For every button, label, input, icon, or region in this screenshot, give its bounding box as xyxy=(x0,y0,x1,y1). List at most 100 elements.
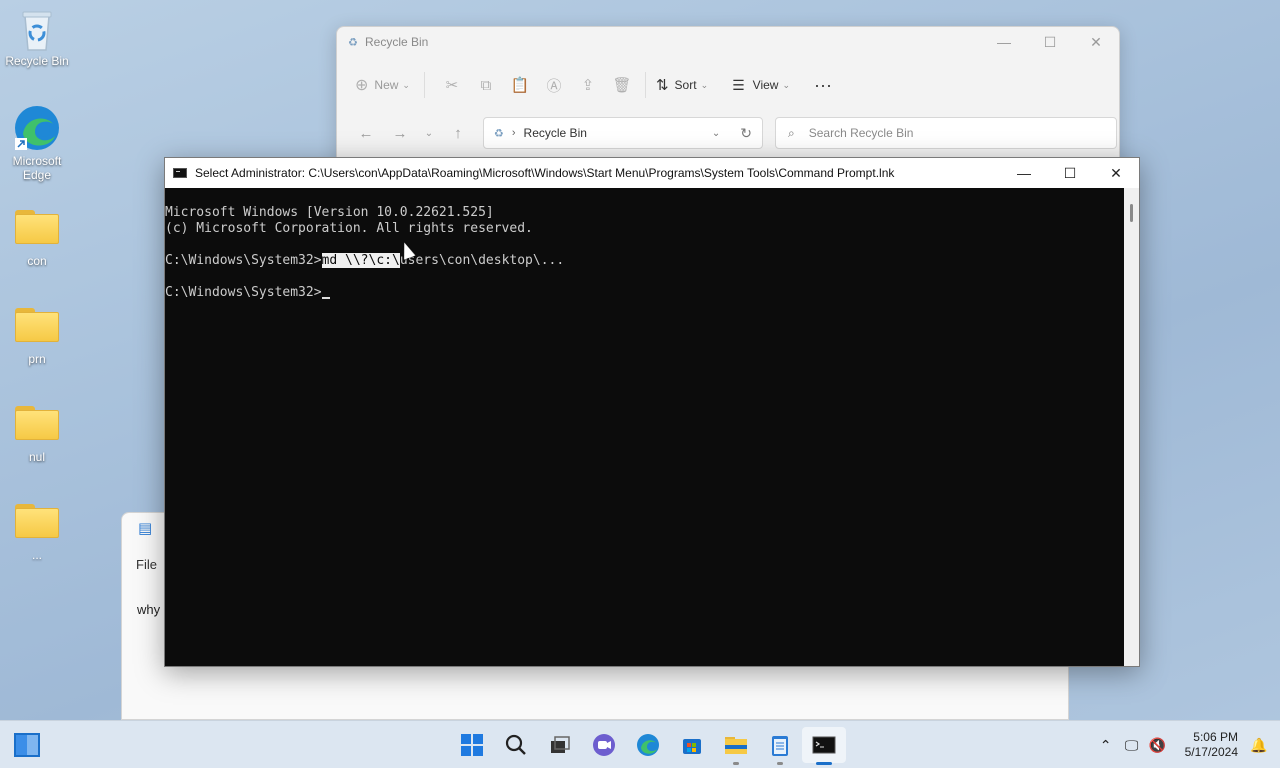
command-text: users\con\desktop\... xyxy=(399,253,565,268)
search-input[interactable]: ⌕ Search Recycle Bin xyxy=(775,117,1117,149)
share-icon[interactable]: ⇪ xyxy=(571,76,605,94)
explorer-window[interactable]: ♻ Recycle Bin — ☐ ✕ ⊕ New ⌄ ✂ ⧉ 📋 Ⓐ ⇪ 🗑 xyxy=(336,26,1120,166)
more-options-button[interactable]: ··· xyxy=(814,69,832,101)
copy-icon[interactable]: ⧉ xyxy=(469,77,503,94)
desktop-icon-label: Recycle Bin xyxy=(5,54,69,68)
edge-taskbar-button[interactable] xyxy=(626,727,670,763)
chevron-up-icon[interactable]: ⌃ xyxy=(1093,737,1119,754)
paste-icon[interactable]: 📋 xyxy=(503,76,537,94)
task-view-icon xyxy=(551,736,570,753)
network-icon[interactable]: 🖵 xyxy=(1119,737,1145,754)
chevron-down-icon: ⌄ xyxy=(782,79,791,90)
clock-date: 5/17/2024 xyxy=(1184,745,1238,759)
file-explorer-button[interactable] xyxy=(714,727,758,765)
sort-button[interactable]: ⇅ Sort ⌄ xyxy=(656,69,708,101)
prompt-text: C:\Windows\System32> xyxy=(165,253,322,268)
delete-icon[interactable]: 🗑 xyxy=(605,76,639,94)
close-button[interactable]: ✕ xyxy=(1073,27,1119,57)
address-text: Recycle Bin xyxy=(523,126,587,140)
desktop-icon-nul-folder[interactable]: nul xyxy=(2,406,72,464)
folder-icon xyxy=(15,210,59,244)
new-button[interactable]: ⊕ New ⌄ xyxy=(355,69,410,101)
text-cursor xyxy=(321,297,330,299)
command-prompt-window[interactable]: Select Administrator: C:\Users\con\AppDa… xyxy=(164,157,1140,667)
selected-text[interactable]: md \\?\c:\ xyxy=(321,253,400,268)
desktop-icon-label: Microsoft Edge xyxy=(12,154,62,182)
scrollbar[interactable] xyxy=(1124,188,1139,666)
search-placeholder: Search Recycle Bin xyxy=(808,126,914,140)
folder-icon xyxy=(15,406,59,440)
clock[interactable]: 5:06 PM 5/17/2024 xyxy=(1185,730,1238,760)
windows-logo-icon xyxy=(461,734,483,756)
notepad-taskbar-button[interactable] xyxy=(758,727,802,765)
desktop-icon-prn-folder[interactable]: prn xyxy=(2,308,72,366)
edge-icon xyxy=(15,106,59,150)
desktop-icon-label: prn xyxy=(28,352,46,366)
cmd-titlebar[interactable]: Select Administrator: C:\Users\con\AppDa… xyxy=(165,158,1139,188)
folder-icon xyxy=(725,737,747,754)
search-icon: ⌕ xyxy=(788,125,795,140)
desktop-icon-label: nul xyxy=(28,450,45,464)
refresh-icon[interactable]: ↻ xyxy=(740,125,752,142)
back-icon[interactable]: ← xyxy=(349,125,383,142)
prompt-text: C:\Windows\System32> xyxy=(165,285,322,300)
widgets-icon[interactable] xyxy=(14,733,40,757)
cmd-icon xyxy=(173,168,187,178)
explorer-title: Recycle Bin xyxy=(365,35,429,49)
address-bar[interactable]: ♻ › Recycle Bin ⌄ ↻ xyxy=(483,117,763,149)
forward-icon[interactable]: → xyxy=(383,125,417,142)
cut-icon[interactable]: ✂ xyxy=(435,76,469,94)
desktop: Recycle Bin Microsoft Edge con prn nul .… xyxy=(0,0,1280,720)
recent-chevron-icon[interactable]: ⌄ xyxy=(417,128,441,139)
start-button[interactable] xyxy=(450,727,494,763)
chat-button[interactable] xyxy=(582,727,626,763)
notepad-text[interactable]: why xyxy=(137,602,160,617)
notification-icon[interactable]: 🔔 xyxy=(1246,737,1272,754)
chevron-down-icon: ⌄ xyxy=(700,79,709,90)
sort-label: Sort xyxy=(674,78,697,92)
task-view-button[interactable] xyxy=(538,727,582,763)
view-icon: ☰ xyxy=(732,76,745,93)
desktop-icon-con-folder[interactable]: con xyxy=(2,210,72,268)
store-button[interactable] xyxy=(670,727,714,763)
minimize-button[interactable]: — xyxy=(981,27,1027,57)
chevron-down-icon[interactable]: ⌄ xyxy=(712,128,720,139)
menu-file[interactable]: File xyxy=(136,557,157,572)
chevron-down-icon: ⌄ xyxy=(402,79,410,90)
rename-icon[interactable]: Ⓐ xyxy=(537,75,571,96)
more-icon: ··· xyxy=(814,74,832,95)
cmd-icon xyxy=(812,736,836,754)
maximize-button[interactable]: ☐ xyxy=(1027,27,1073,57)
explorer-toolbar: ⊕ New ⌄ ✂ ⧉ 📋 Ⓐ ⇪ 🗑 ⇅ Sort ⌄ ☰ View ⌄ ··… xyxy=(337,57,1119,113)
desktop-icon-dots-folder[interactable]: ... xyxy=(2,504,72,562)
scrollbar-thumb[interactable] xyxy=(1130,204,1133,222)
close-button[interactable]: ✕ xyxy=(1093,158,1139,188)
explorer-navbar: ← → ⌄ ↑ ♻ › Recycle Bin ⌄ ↻ ⌕ Search Rec… xyxy=(337,113,1119,153)
up-icon[interactable]: ↑ xyxy=(441,125,475,142)
recycle-bin-icon: ♻ xyxy=(348,36,358,49)
minimize-button[interactable]: — xyxy=(1001,158,1047,188)
recycle-bin-icon: ♻ xyxy=(494,127,504,140)
maximize-button[interactable]: ☐ xyxy=(1047,158,1093,188)
cmd-title: Select Administrator: C:\Users\con\AppDa… xyxy=(195,166,895,180)
view-button[interactable]: ☰ View ⌄ xyxy=(732,69,790,101)
store-icon xyxy=(683,739,701,754)
volume-icon[interactable]: 🔇 xyxy=(1145,737,1171,754)
chat-icon xyxy=(593,734,615,756)
console-line: C:\Windows\System32> xyxy=(165,285,1125,301)
console-output[interactable]: Microsoft Windows [Version 10.0.22621.52… xyxy=(165,188,1125,666)
notepad-icon xyxy=(772,736,788,756)
clock-time: 5:06 PM xyxy=(1193,730,1238,744)
notepad-icon: ▤ xyxy=(138,520,153,537)
cmd-taskbar-button[interactable] xyxy=(802,727,846,765)
recycle-bin-icon xyxy=(22,11,52,51)
chevron-right-icon: › xyxy=(511,127,516,139)
folder-icon xyxy=(15,504,59,538)
search-button[interactable] xyxy=(494,727,538,763)
desktop-icon-edge[interactable]: Microsoft Edge xyxy=(2,104,72,182)
console-line: Microsoft Windows [Version 10.0.22621.52… xyxy=(165,205,494,220)
desktop-icon-recycle-bin[interactable]: Recycle Bin xyxy=(2,8,72,68)
search-icon xyxy=(505,734,526,755)
console-line: (c) Microsoft Corporation. All rights re… xyxy=(165,221,533,236)
desktop-icon-label: ... xyxy=(31,548,42,562)
